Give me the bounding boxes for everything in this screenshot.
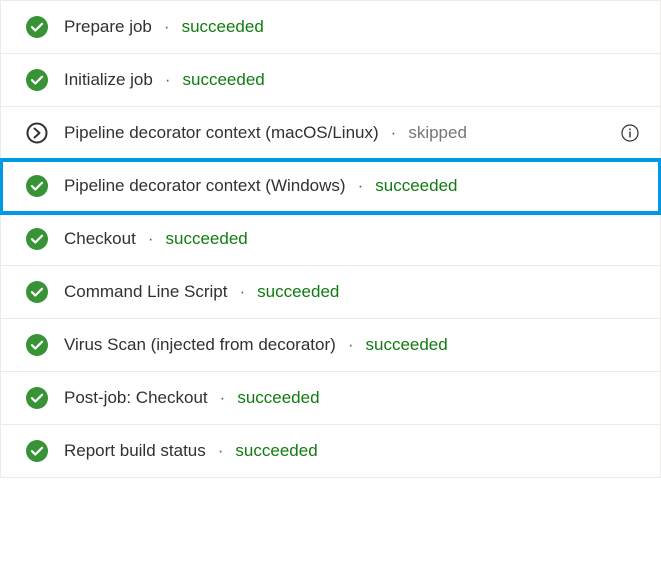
step-content: Prepare job · succeeded [64, 17, 264, 37]
info-icon[interactable] [620, 123, 640, 143]
step-content: Initialize job · succeeded [64, 70, 265, 90]
separator-dot: · [348, 335, 354, 355]
step-status: skipped [408, 123, 467, 143]
step-status: succeeded [257, 282, 339, 302]
step-label: Post-job: Checkout [64, 388, 208, 408]
separator-dot: · [220, 388, 226, 408]
step-label: Pipeline decorator context (macOS/Linux) [64, 123, 379, 143]
step-status: succeeded [235, 441, 317, 461]
success-check-icon [26, 228, 48, 250]
success-check-icon [26, 281, 48, 303]
step-status: succeeded [183, 70, 265, 90]
separator-dot: · [164, 17, 170, 37]
step-label: Report build status [64, 441, 206, 461]
separator-dot: · [391, 123, 397, 143]
step-content: Report build status · succeeded [64, 441, 318, 461]
step-row[interactable]: Pipeline decorator context (macOS/Linux)… [1, 107, 660, 160]
step-row[interactable]: Command Line Script · succeeded [1, 266, 660, 319]
separator-dot: · [148, 229, 154, 249]
step-label: Checkout [64, 229, 136, 249]
step-label: Pipeline decorator context (Windows) [64, 176, 346, 196]
step-status: succeeded [365, 335, 447, 355]
step-content: Checkout · succeeded [64, 229, 248, 249]
separator-dot: · [358, 176, 364, 196]
step-row[interactable]: Post-job: Checkout · succeeded [1, 372, 660, 425]
step-label: Prepare job [64, 17, 152, 37]
step-content: Post-job: Checkout · succeeded [64, 388, 320, 408]
success-check-icon [26, 16, 48, 38]
separator-dot: · [239, 282, 245, 302]
step-row[interactable]: Initialize job · succeeded [1, 54, 660, 107]
build-steps-list: Prepare job · succeeded Initialize job · succ… [0, 0, 661, 478]
step-status: succeeded [166, 229, 248, 249]
step-label: Initialize job [64, 70, 153, 90]
skipped-arrow-icon [26, 122, 48, 144]
separator-dot: · [165, 70, 171, 90]
step-status: succeeded [237, 388, 319, 408]
step-label: Command Line Script [64, 282, 227, 302]
step-status: succeeded [182, 17, 264, 37]
step-row[interactable]: Virus Scan (injected from decorator) · suc… [1, 319, 660, 372]
step-row[interactable]: Checkout · succeeded [1, 213, 660, 266]
step-content: Pipeline decorator context (macOS/Linux)… [64, 123, 467, 143]
step-content: Pipeline decorator context (Windows) · suc… [64, 176, 457, 196]
step-status: succeeded [375, 176, 457, 196]
step-content: Virus Scan (injected from decorator) · suc… [64, 335, 448, 355]
separator-dot: · [218, 441, 224, 461]
success-check-icon [26, 387, 48, 409]
success-check-icon [26, 440, 48, 462]
success-check-icon [26, 69, 48, 91]
step-row[interactable]: Report build status · succeeded [1, 425, 660, 478]
step-label: Virus Scan (injected from decorator) [64, 335, 336, 355]
success-check-icon [26, 175, 48, 197]
step-content: Command Line Script · succeeded [64, 282, 339, 302]
step-row[interactable]: Pipeline decorator context (Windows) · suc… [1, 160, 660, 213]
step-row[interactable]: Prepare job · succeeded [1, 1, 660, 54]
success-check-icon [26, 334, 48, 356]
